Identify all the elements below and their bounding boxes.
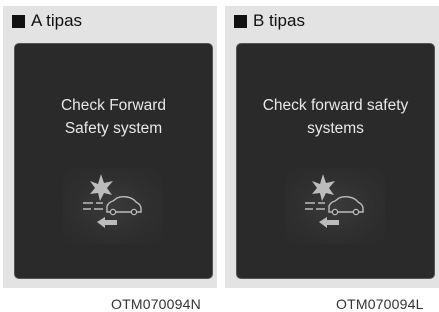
warning-message-b-line-2: systems bbox=[307, 120, 364, 137]
panel-a: A tipas Check Forward Safety system bbox=[3, 6, 217, 288]
image-code-a: OTM070094N bbox=[111, 296, 201, 312]
panel-a-title: A tipas bbox=[31, 11, 83, 30]
warning-message-a: Check Forward Safety system bbox=[15, 94, 212, 140]
square-bullet-icon bbox=[234, 14, 247, 28]
warning-message-b-line-1: Check forward safety bbox=[262, 97, 409, 114]
forward-collision-warning-icon bbox=[63, 168, 163, 244]
warning-message-a-line-2: Safety system bbox=[64, 120, 163, 137]
panel-b-title: B tipas bbox=[253, 11, 305, 30]
warning-message-a-line-1: Check Forward bbox=[60, 97, 167, 114]
panel-b: B tipas Check forward safety systems bbox=[225, 6, 439, 288]
cluster-display-b: Check forward safety systems bbox=[237, 44, 434, 278]
cluster-display-a: Check Forward Safety system bbox=[15, 44, 212, 278]
panel-b-header: B tipas bbox=[234, 11, 305, 31]
warning-message-b: Check forward safety systems bbox=[237, 94, 434, 140]
image-code-b: OTM070094L bbox=[336, 296, 424, 312]
square-bullet-icon bbox=[12, 14, 25, 28]
forward-collision-warning-icon bbox=[285, 168, 385, 244]
panel-a-header: A tipas bbox=[12, 11, 82, 31]
